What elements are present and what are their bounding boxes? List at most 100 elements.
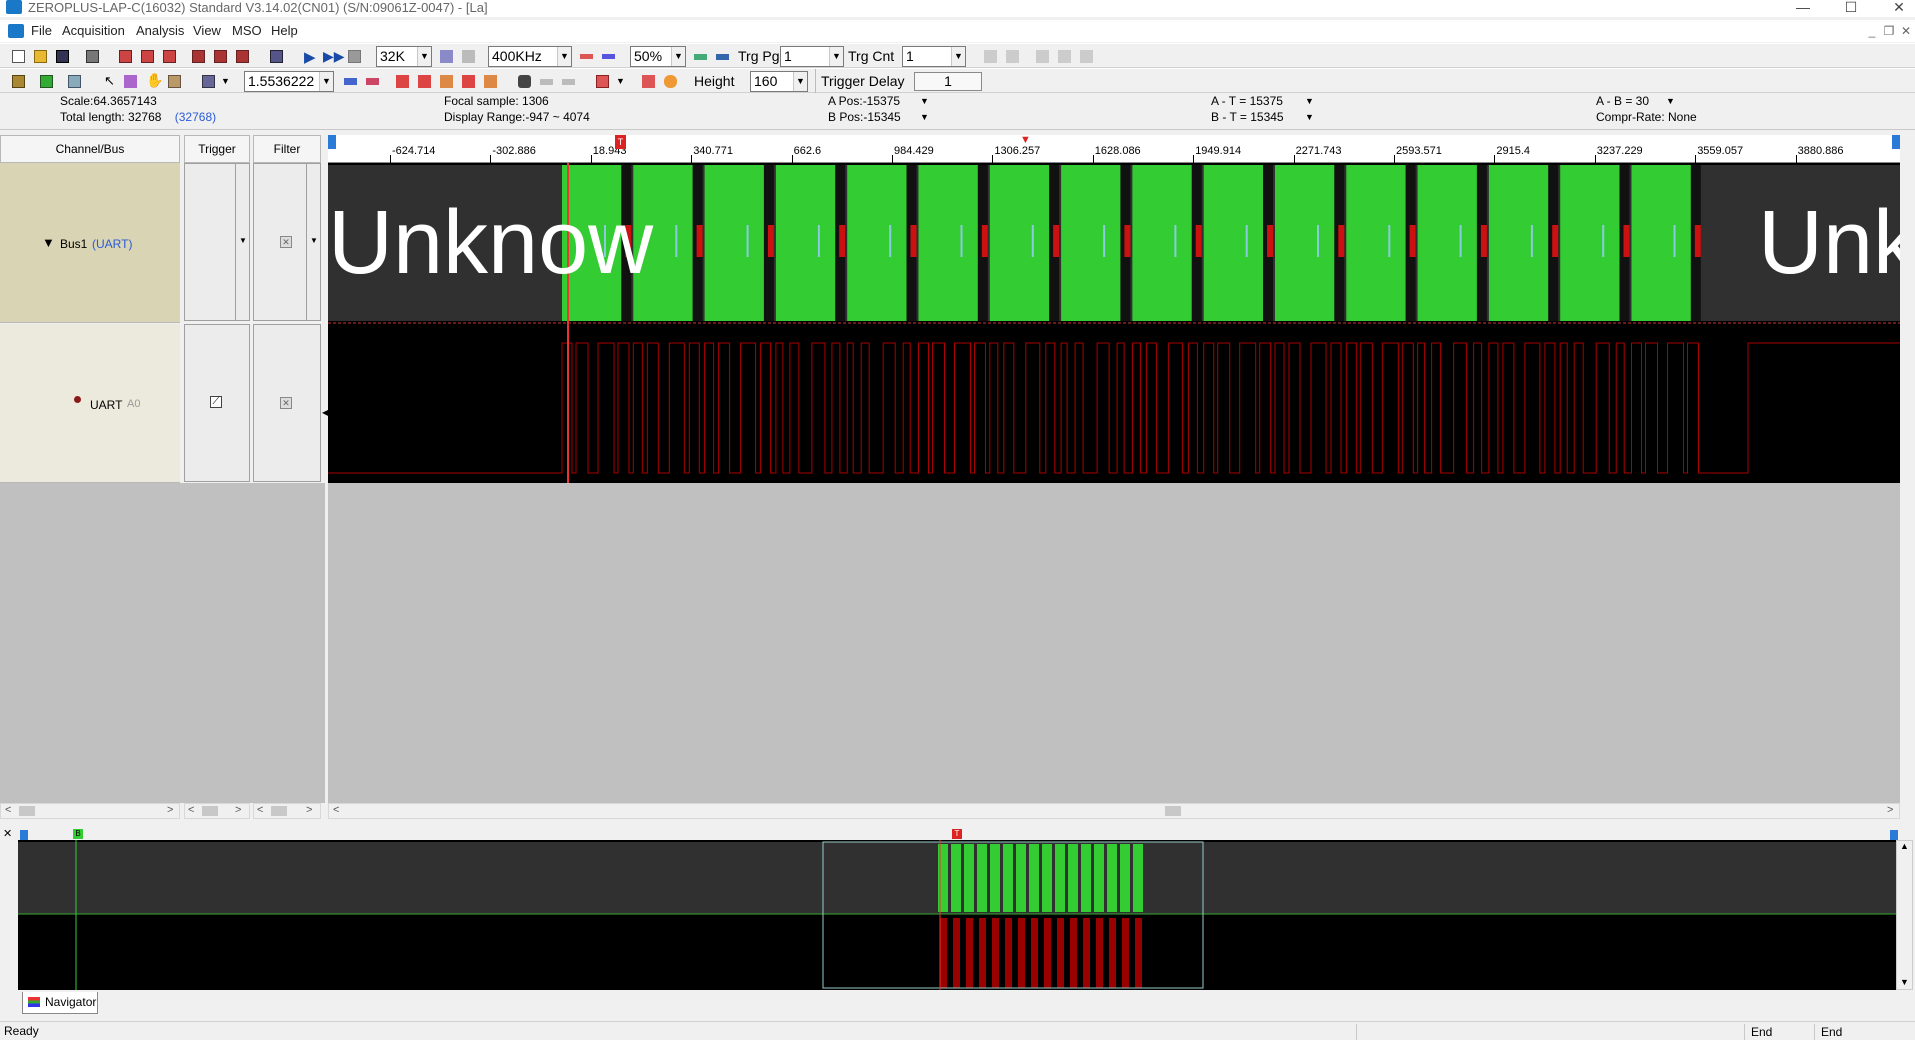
focal-marker-icon[interactable]: ▼ — [1020, 134, 1031, 146]
b-minus-t-dropdown[interactable]: ▼ — [1305, 112, 1314, 122]
cursor-e-button[interactable] — [480, 71, 500, 91]
time-ruler[interactable]: -624.714 -302.886 18.943 340.771 662.6 984.42… — [328, 134, 1900, 163]
b-pos-dropdown[interactable]: ▼ — [920, 112, 929, 122]
home-button[interactable] — [592, 71, 612, 91]
channel-color-button[interactable] — [660, 71, 680, 91]
chevron-down-icon[interactable]: ▼ — [221, 76, 230, 86]
sample-rate-select[interactable]: 400KHz ▼ — [488, 46, 572, 67]
waveform-a-button[interactable] — [576, 46, 596, 66]
scroll-thumb[interactable] — [1165, 806, 1181, 816]
scroll-right-icon[interactable]: > — [1887, 804, 1893, 816]
channel-bus-column-header[interactable]: Channel/Bus — [0, 135, 180, 163]
merge-button[interactable] — [188, 46, 208, 66]
disabled-tool-2[interactable] — [1002, 46, 1022, 66]
zoom-reset-button[interactable] — [362, 71, 382, 91]
menu-file[interactable]: File — [31, 23, 52, 38]
save-button[interactable] — [52, 46, 72, 66]
scroll-left-icon[interactable]: < — [188, 804, 194, 816]
print-button[interactable] — [82, 46, 102, 66]
waveform-b-button[interactable] — [598, 46, 618, 66]
bus1-trigger-cell[interactable]: ▼ — [184, 163, 250, 321]
run-button[interactable]: ▶ — [298, 46, 318, 66]
search-button[interactable] — [514, 71, 534, 91]
compare-button[interactable] — [159, 46, 179, 66]
scroll-right-icon[interactable]: > — [306, 804, 312, 816]
stop-button[interactable] — [344, 46, 364, 66]
run-repeat-button[interactable]: ▶▶ — [320, 46, 345, 66]
menu-view[interactable]: View — [193, 23, 221, 38]
waveform-scrollbar[interactable]: < > — [328, 803, 1900, 819]
filter-column-header[interactable]: Filter — [253, 135, 321, 163]
channel-row-uart[interactable]: UART A0 — [0, 324, 180, 483]
display-mode-button[interactable] — [198, 71, 218, 91]
trigger-marker[interactable]: T — [615, 135, 626, 149]
memory-depth-select[interactable]: 32K ▼ — [376, 46, 432, 67]
uart-trigger-cell[interactable]: ⟋ — [184, 324, 250, 482]
document-icon[interactable] — [8, 24, 24, 38]
nav-right-marker[interactable] — [1890, 830, 1898, 840]
filter-checkbox-icon[interactable]: ✕ — [280, 397, 292, 409]
scroll-down-icon[interactable]: ▼ — [1900, 977, 1909, 987]
nav-left-marker[interactable] — [20, 830, 28, 840]
trigger-prev-button[interactable] — [690, 46, 710, 66]
scroll-left-icon[interactable]: < — [257, 804, 263, 816]
disabled-tool-4[interactable] — [1054, 46, 1074, 66]
new-file-button[interactable] — [8, 46, 28, 66]
disabled-tool-1[interactable] — [980, 46, 1000, 66]
close-button[interactable]: ✕ — [1876, 0, 1915, 17]
a-minus-t-dropdown[interactable]: ▼ — [1305, 96, 1314, 106]
calculator-button[interactable] — [164, 71, 184, 91]
timing-view-button[interactable] — [64, 71, 84, 91]
memory-button[interactable] — [266, 46, 286, 66]
a-pos-dropdown[interactable]: ▼ — [920, 96, 929, 106]
bus-property-button[interactable] — [638, 71, 658, 91]
right-range-marker[interactable] — [1892, 135, 1900, 149]
filter-column-scrollbar[interactable]: < > — [253, 803, 321, 819]
height-select[interactable]: 160 ▼ — [750, 71, 808, 92]
scroll-thumb[interactable] — [271, 806, 287, 816]
cursor-b-button[interactable] — [414, 71, 434, 91]
state-view-button[interactable] — [36, 71, 56, 91]
split-button[interactable] — [210, 46, 230, 66]
rising-edge-icon[interactable]: ⟋ — [210, 396, 222, 408]
disabled-tool-5[interactable] — [1076, 46, 1096, 66]
scroll-thumb[interactable] — [19, 806, 35, 816]
pointer-tool-button[interactable]: ↖ — [98, 71, 118, 91]
waveform-canvas[interactable]: Unknow Unk — [328, 163, 1900, 483]
trigger-column-scrollbar[interactable]: < > — [184, 803, 250, 819]
search-next-button[interactable] — [558, 71, 578, 91]
trg-cnt-select[interactable]: 1 ▼ — [902, 46, 966, 67]
scroll-thumb[interactable] — [202, 806, 218, 816]
navigator-overview[interactable] — [18, 840, 1896, 990]
sync-button[interactable] — [232, 46, 252, 66]
zoom-in-time-button[interactable] — [436, 46, 456, 66]
uart-filter-cell[interactable]: ✕ — [253, 324, 321, 482]
scroll-up-icon[interactable]: ▲ — [1900, 841, 1909, 851]
cursor-c-button[interactable] — [436, 71, 456, 91]
zoom-out-time-button[interactable] — [458, 46, 478, 66]
export-button[interactable] — [115, 46, 135, 66]
hand-tool-button[interactable]: ✋ — [142, 71, 163, 91]
maximize-button[interactable]: ☐ — [1828, 0, 1874, 17]
filter-checkbox-icon[interactable]: ✕ — [280, 236, 292, 248]
bus1-filter-cell[interactable]: ✕ ▼ — [253, 163, 321, 321]
disabled-tool-3[interactable] — [1032, 46, 1052, 66]
select-tool-button[interactable] — [120, 71, 140, 91]
trigger-column-header[interactable]: Trigger — [184, 135, 250, 163]
minimize-button[interactable]: — — [1780, 0, 1826, 17]
menu-acquisition[interactable]: Acquisition — [62, 23, 125, 38]
menu-help[interactable]: Help — [271, 23, 298, 38]
channel-list-scrollbar[interactable]: < > — [0, 803, 180, 819]
scroll-left-icon[interactable]: < — [5, 804, 11, 816]
search-prev-button[interactable] — [536, 71, 556, 91]
nav-b-marker[interactable]: B — [73, 829, 83, 839]
zoom-fit-button[interactable] — [340, 71, 360, 91]
navigator-vertical-scrollbar[interactable]: ▲ ▼ — [1896, 840, 1913, 990]
scroll-left-icon[interactable]: < — [333, 804, 339, 816]
menu-analysis[interactable]: Analysis — [136, 23, 184, 38]
channel-row-bus1[interactable]: ▼ Bus1 (UART) — [0, 163, 180, 323]
nav-t-marker[interactable]: T — [952, 829, 962, 839]
navigator-close-icon[interactable]: ✕ — [3, 827, 12, 840]
cursor-a-button[interactable] — [392, 71, 412, 91]
bus-view-button[interactable] — [8, 71, 28, 91]
